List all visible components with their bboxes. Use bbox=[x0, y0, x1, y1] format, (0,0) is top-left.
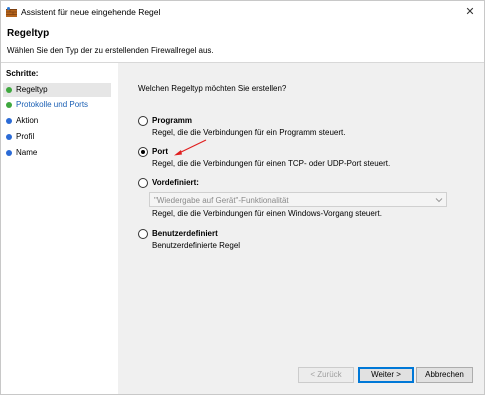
rule-type-question: Welchen Regeltyp möchten Sie erstellen? bbox=[138, 84, 287, 93]
radio-port[interactable] bbox=[138, 147, 148, 157]
window-title: Assistent für neue eingehende Regel bbox=[21, 7, 161, 17]
page-header: Regeltyp Wählen Sie den Typ der zu erste… bbox=[1, 23, 484, 63]
page-subtitle: Wählen Sie den Typ der zu erstellenden F… bbox=[7, 46, 214, 55]
step-status-dot-icon bbox=[6, 87, 12, 93]
option-title-programm: Programm bbox=[152, 116, 193, 125]
chevron-down-icon bbox=[435, 198, 443, 203]
predefined-rule-select[interactable]: "Wiedergabe auf Gerät"-Funktionalität bbox=[149, 192, 447, 207]
back-button[interactable]: < Zurück bbox=[298, 367, 354, 383]
close-button[interactable]: ✕ bbox=[456, 1, 484, 23]
title-bar: Assistent für neue eingehende Regel ✕ bbox=[1, 1, 484, 23]
main-panel: Welchen Regeltyp möchten Sie erstellen? … bbox=[118, 63, 484, 394]
step-status-dot-icon bbox=[6, 150, 12, 156]
step-label: Name bbox=[16, 148, 38, 157]
step-label: Regeltyp bbox=[16, 85, 48, 94]
radio-programm[interactable] bbox=[138, 116, 148, 126]
option-desc-vordefiniert: Regel, die die Verbindungen für einen Wi… bbox=[152, 209, 382, 218]
predefined-rule-selected: "Wiedergabe auf Gerät"-Funktionalität bbox=[154, 196, 289, 205]
option-desc-port: Regel, die die Verbindungen für einen TC… bbox=[152, 159, 391, 168]
option-desc-programm: Regel, die die Verbindungen für ein Prog… bbox=[152, 128, 346, 137]
option-title-benutzerdefiniert: Benutzerdefiniert bbox=[152, 229, 218, 238]
step-item-profil[interactable]: Profil bbox=[3, 130, 111, 144]
wizard-window: Assistent für neue eingehende Regel ✕ Re… bbox=[0, 0, 485, 395]
step-label: Profil bbox=[16, 132, 35, 141]
radio-vordefiniert[interactable] bbox=[138, 178, 148, 188]
step-label: Aktion bbox=[16, 116, 39, 125]
step-status-dot-icon bbox=[6, 134, 12, 140]
firewall-app-icon bbox=[6, 7, 17, 17]
page-title: Regeltyp bbox=[7, 28, 50, 39]
step-item-protokolle-und-ports[interactable]: Protokolle und Ports bbox=[3, 98, 111, 112]
step-status-dot-icon bbox=[6, 118, 12, 124]
option-title-port: Port bbox=[152, 147, 168, 156]
radio-benutzerdefiniert[interactable] bbox=[138, 229, 148, 239]
annotation-arrow-icon bbox=[174, 139, 207, 156]
step-item-regeltyp[interactable]: Regeltyp bbox=[3, 83, 111, 97]
step-item-name[interactable]: Name bbox=[3, 146, 111, 160]
step-label: Protokolle und Ports bbox=[16, 100, 89, 109]
step-item-aktion[interactable]: Aktion bbox=[3, 114, 111, 128]
steps-sidebar: Schritte: Regeltyp Protokolle und Ports … bbox=[1, 63, 118, 394]
next-button[interactable]: Weiter > bbox=[358, 367, 414, 383]
option-title-vordefiniert: Vordefiniert: bbox=[152, 178, 199, 187]
cancel-button[interactable]: Abbrechen bbox=[416, 367, 473, 383]
steps-heading: Schritte: bbox=[6, 69, 39, 78]
option-desc-benutzerdefiniert: Benutzerdefinierte Regel bbox=[152, 241, 241, 250]
step-status-dot-icon bbox=[6, 102, 12, 108]
